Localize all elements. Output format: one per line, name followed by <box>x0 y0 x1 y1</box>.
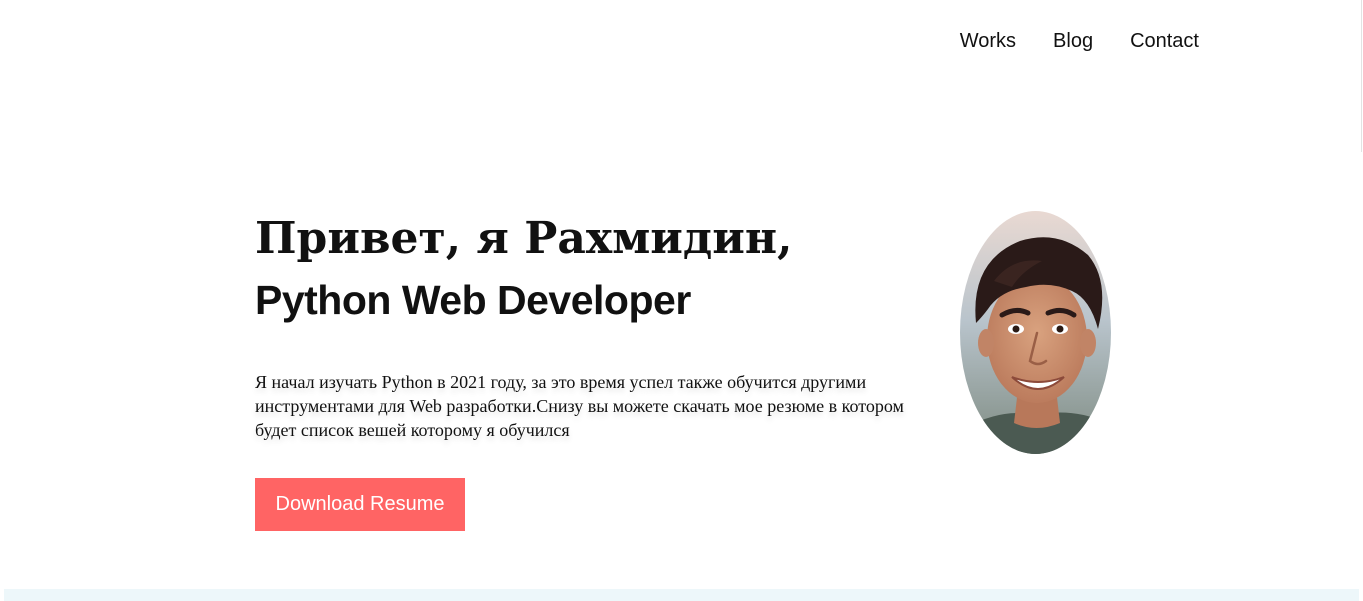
nav-link-blog[interactable]: Blog <box>1053 28 1093 54</box>
hero-role: Python Web Developer <box>255 277 691 323</box>
page-edge-divider <box>1361 0 1362 152</box>
hero-section: Привет, я Рахмидин, Python Web Developer… <box>255 214 935 531</box>
hero-greeting: Привет, я Рахмидин, <box>255 213 793 264</box>
nav-link-contact[interactable]: Contact <box>1130 28 1199 54</box>
hero-description: Я начал изучать Python в 2021 году, за э… <box>255 372 904 440</box>
profile-photo <box>960 211 1111 454</box>
profile-photo-illustration <box>960 211 1111 454</box>
nav-link-works[interactable]: Works <box>960 28 1016 54</box>
download-resume-button[interactable]: Download Resume <box>255 478 465 531</box>
top-nav: Works Blog Contact <box>960 28 1199 54</box>
next-section-band <box>4 589 1359 601</box>
